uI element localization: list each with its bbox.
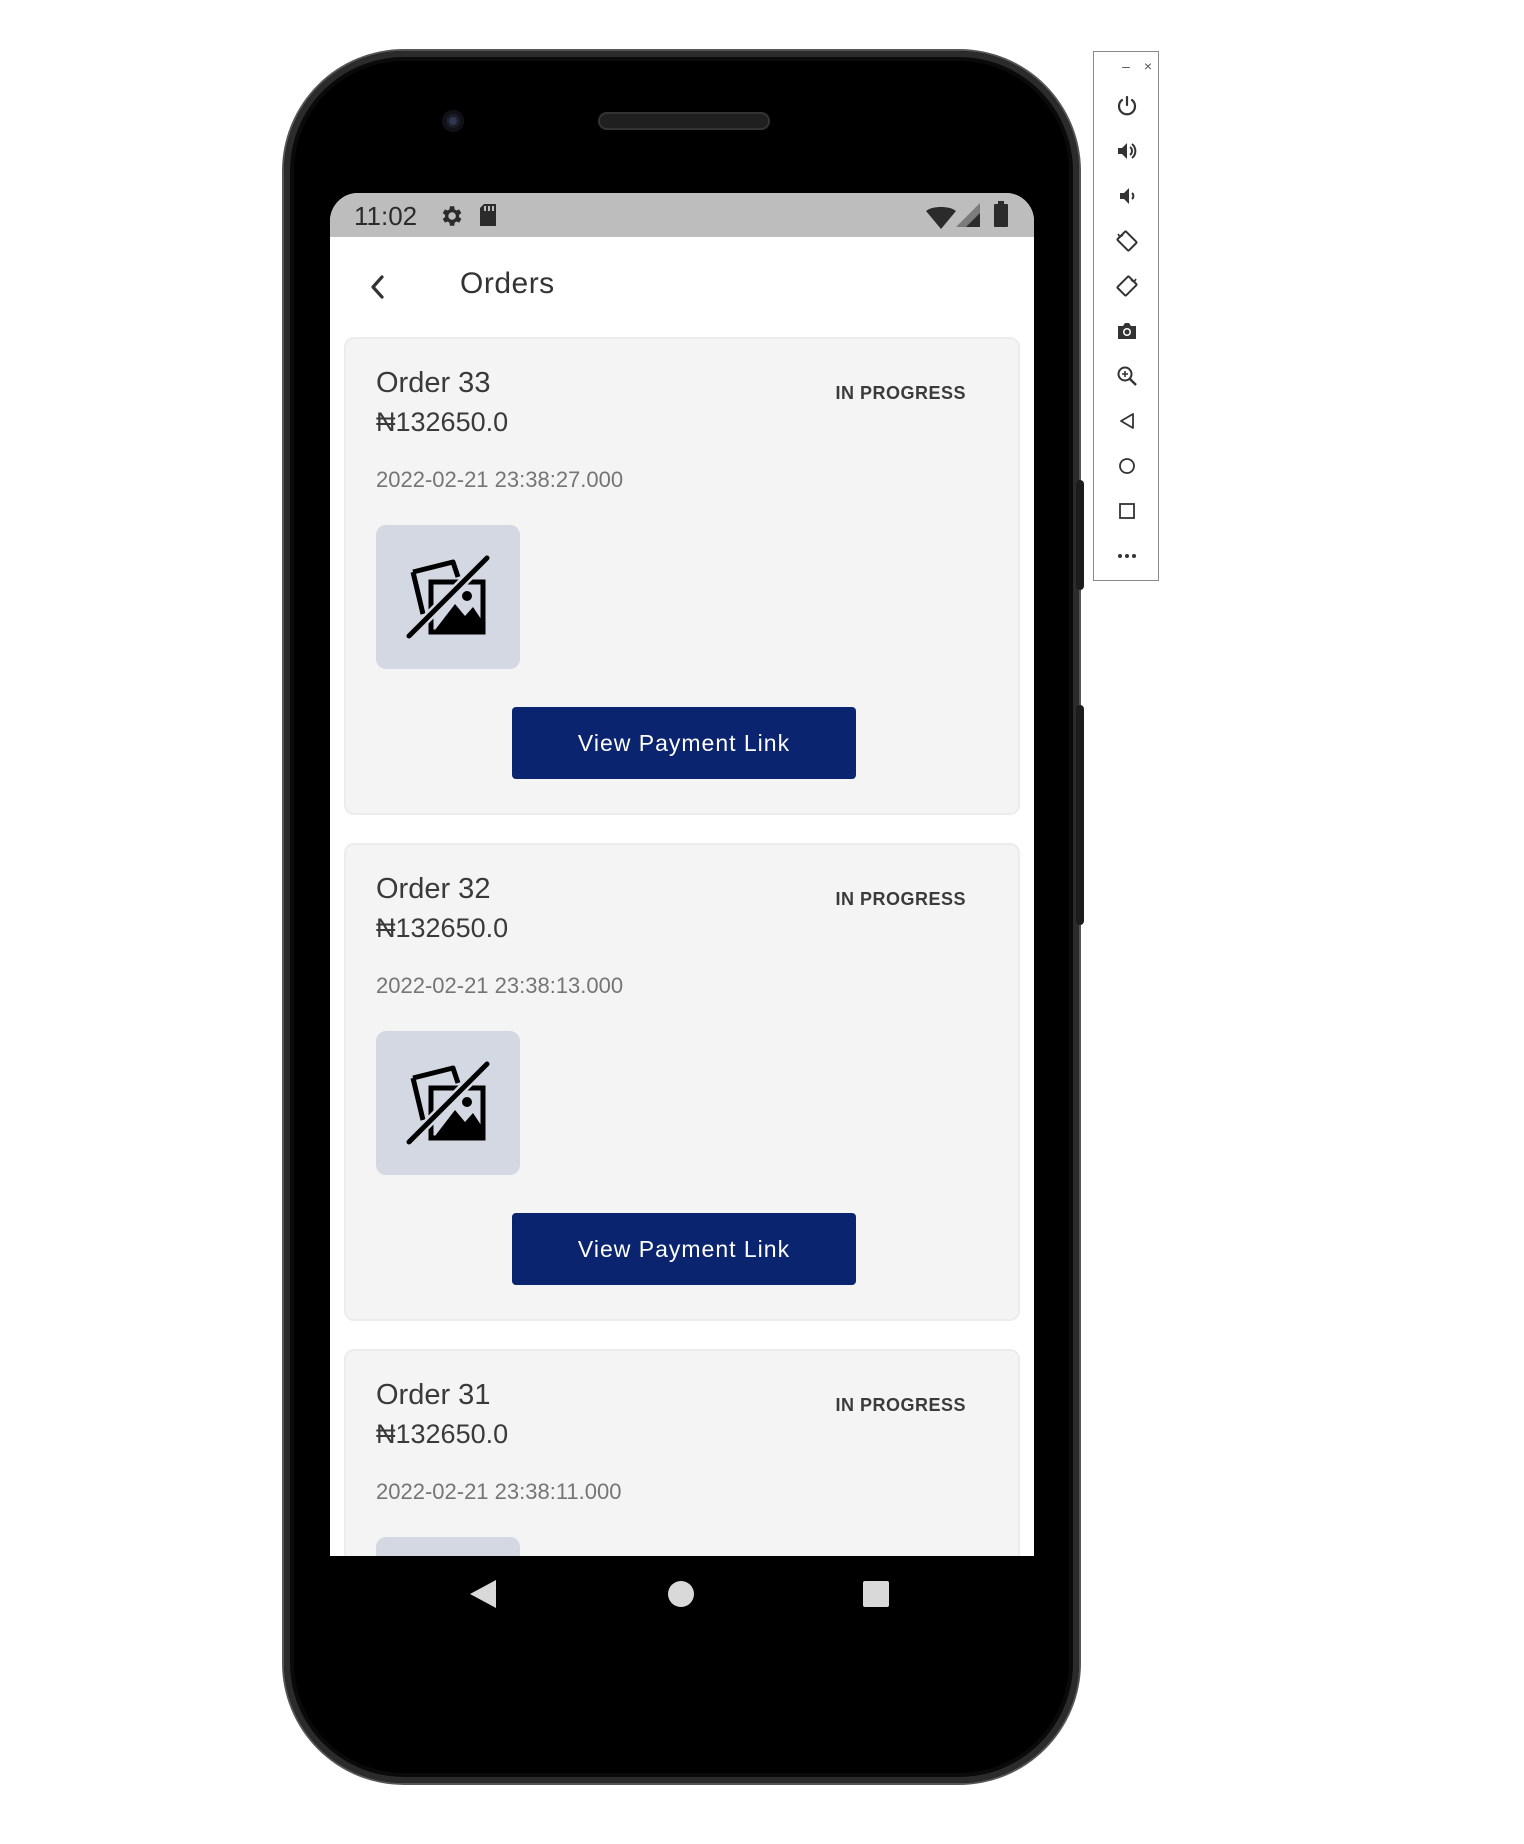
device-screen: 11:02 Orders Order 33 ₦132650.0 2022-02-… xyxy=(330,193,1034,1556)
status-badge: IN PROGRESS xyxy=(835,383,966,403)
home-icon xyxy=(1119,458,1135,474)
order-title: Order 33 xyxy=(376,367,491,399)
emulator-overview-button[interactable] xyxy=(1111,495,1143,527)
volume-down-button[interactable] xyxy=(1111,180,1143,212)
order-date: 2022-02-21 23:38:11.000 xyxy=(376,1479,622,1504)
zoom-icon xyxy=(1117,366,1137,386)
order-image-thumbnail xyxy=(376,1031,520,1175)
order-amount: ₦132650.0 xyxy=(376,407,509,437)
order-date: 2022-02-21 23:38:13.000 xyxy=(376,973,624,998)
nav-overview-button[interactable] xyxy=(862,1580,890,1613)
emulator-window-controls: – × xyxy=(1112,58,1152,74)
more-options-button[interactable] xyxy=(1111,540,1143,572)
order-amount: ₦132650.0 xyxy=(376,1419,509,1449)
app-bar: Orders xyxy=(330,237,1034,337)
emulator-toolbar: – × xyxy=(1093,51,1159,581)
power-button[interactable] xyxy=(1111,90,1143,122)
back-triangle-icon xyxy=(470,1580,496,1608)
status-bar: 11:02 xyxy=(330,193,1034,237)
front-camera xyxy=(442,110,464,132)
power-icon xyxy=(1117,95,1137,116)
system-nav-bar xyxy=(330,1556,1034,1646)
status-badge: IN PROGRESS xyxy=(835,889,966,909)
nav-home-button[interactable] xyxy=(667,1580,695,1613)
wifi-icon xyxy=(926,205,956,236)
emulator-home-button[interactable] xyxy=(1111,450,1143,482)
signal-icon xyxy=(956,203,980,234)
rotate-right-button[interactable] xyxy=(1111,270,1143,302)
page-title: Orders xyxy=(460,267,555,300)
order-image-thumbnail xyxy=(376,525,520,669)
order-image-thumbnail xyxy=(376,1537,520,1556)
nav-back-button[interactable] xyxy=(468,1578,498,1615)
zoom-button[interactable] xyxy=(1111,360,1143,392)
view-payment-link-button[interactable]: View Payment Link xyxy=(512,1213,856,1285)
rotate-right-icon xyxy=(1116,275,1138,297)
view-payment-link-button[interactable]: View Payment Link xyxy=(512,707,856,779)
order-title: Order 31 xyxy=(376,1379,491,1411)
battery-icon xyxy=(994,201,1008,234)
chevron-left-icon xyxy=(371,275,384,299)
status-time: 11:02 xyxy=(354,201,418,231)
back-button[interactable] xyxy=(350,259,406,315)
volume-down-icon xyxy=(1120,188,1135,204)
order-card[interactable]: Order 32 ₦132650.0 2022-02-21 23:38:13.0… xyxy=(344,843,1020,1321)
order-card[interactable]: Order 33 ₦132650.0 2022-02-21 23:38:27.0… xyxy=(344,337,1020,815)
emulator-back-button[interactable] xyxy=(1111,405,1143,437)
home-circle-icon xyxy=(668,1581,694,1607)
rotate-left-button[interactable] xyxy=(1111,225,1143,257)
order-card[interactable]: Order 31 ₦132650.0 2022-02-21 23:38:11.0… xyxy=(344,1349,1020,1556)
sd-card-icon xyxy=(478,203,498,234)
gear-icon xyxy=(438,203,464,236)
close-button[interactable]: × xyxy=(1144,58,1152,74)
broken-image-icon xyxy=(405,554,491,640)
order-amount: ₦132650.0 xyxy=(376,913,509,943)
volume-up-button[interactable] xyxy=(1111,135,1143,167)
rotate-left-icon xyxy=(1116,230,1138,252)
status-badge: IN PROGRESS xyxy=(835,1395,966,1415)
volume-up-icon xyxy=(1118,143,1137,159)
back-icon xyxy=(1120,413,1134,429)
minimize-button[interactable]: – xyxy=(1122,58,1130,74)
earpiece-speaker xyxy=(598,112,770,130)
order-date: 2022-02-21 23:38:27.000 xyxy=(376,467,624,492)
overview-square-icon xyxy=(863,1581,889,1607)
phone-volume-button xyxy=(1076,705,1084,925)
camera-icon xyxy=(1118,323,1136,339)
broken-image-icon xyxy=(405,1060,491,1146)
phone-power-button xyxy=(1076,480,1084,590)
screenshot-button[interactable] xyxy=(1111,315,1143,347)
order-title: Order 32 xyxy=(376,873,491,905)
overview-icon xyxy=(1119,503,1135,519)
more-icon xyxy=(1118,554,1136,558)
